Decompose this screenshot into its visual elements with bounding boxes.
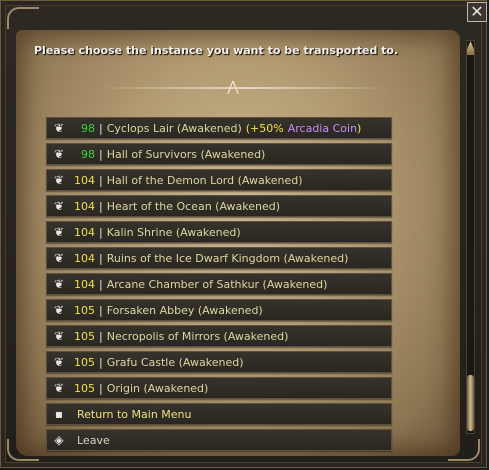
instance-option[interactable]: ❦ 104 | Kalin Shrine (Awakened) bbox=[46, 221, 392, 243]
instance-option[interactable]: ❦ 98 | Cyclops Lair (Awakened) (+50% Arc… bbox=[46, 117, 392, 139]
wing-icon: ❦ bbox=[53, 121, 65, 135]
instance-name: Cyclops Lair (Awakened) bbox=[106, 121, 242, 135]
return-label: Return to Main Menu bbox=[77, 407, 192, 421]
instance-name: Kalin Shrine (Awakened) bbox=[106, 225, 241, 239]
bonus-suffix: ) bbox=[357, 121, 362, 135]
instance-level: 105 bbox=[74, 355, 95, 369]
leave-option[interactable]: ◈ Leave bbox=[46, 429, 392, 451]
instance-level: 105 bbox=[74, 329, 95, 343]
wing-icon: ❦ bbox=[53, 225, 65, 239]
instance-level: 104 bbox=[74, 251, 95, 265]
scroll-thumb[interactable] bbox=[467, 375, 474, 431]
instance-level: 104 bbox=[74, 173, 95, 187]
instance-name: Origin (Awakened) bbox=[106, 381, 209, 395]
instance-level: 104 bbox=[74, 277, 95, 291]
instance-option[interactable]: ❦ 105 | Origin (Awakened) bbox=[46, 377, 392, 399]
instance-name: Grafu Castle (Awakened) bbox=[106, 355, 244, 369]
separator: | bbox=[99, 277, 103, 291]
divider-ornament-icon: ⋀ bbox=[227, 79, 239, 95]
wing-icon: ❦ bbox=[53, 329, 65, 343]
close-icon: ✕ bbox=[470, 2, 484, 21]
instance-name: Hall of the Demon Lord (Awakened) bbox=[106, 173, 303, 187]
wing-icon: ❦ bbox=[53, 381, 65, 395]
instance-level: 105 bbox=[74, 303, 95, 317]
return-to-main-menu-option[interactable]: ▪ Return to Main Menu bbox=[46, 403, 392, 425]
instance-option[interactable]: ❦ 105 | Necropolis of Mirrors (Awakened) bbox=[46, 325, 392, 347]
separator: | bbox=[99, 173, 103, 187]
separator: | bbox=[99, 381, 103, 395]
separator: | bbox=[99, 121, 103, 135]
bonus-coin: Arcadia Coin bbox=[287, 121, 358, 135]
instance-level: 98 bbox=[81, 147, 95, 161]
instance-name: Hall of Survivors (Awakened) bbox=[106, 147, 266, 161]
wing-icon: ❦ bbox=[53, 199, 65, 213]
instance-option[interactable]: ❦ 104 | Ruins of the Ice Dwarf Kingdom (… bbox=[46, 247, 392, 269]
frame-ornament bbox=[7, 7, 39, 29]
separator: | bbox=[99, 251, 103, 265]
scroll-up-arrow-icon[interactable] bbox=[467, 41, 474, 55]
instance-option[interactable]: ❦ 105 | Forsaken Abbey (Awakened) bbox=[46, 299, 392, 321]
instance-list: ❦ 98 | Cyclops Lair (Awakened) (+50% Arc… bbox=[46, 117, 392, 455]
instance-option[interactable]: ❦ 104 | Hall of the Demon Lord (Awakened… bbox=[46, 169, 392, 191]
leave-diamond-icon: ◈ bbox=[54, 433, 64, 447]
instance-option[interactable]: ❦ 104 | Heart of the Ocean (Awakened) bbox=[46, 195, 392, 217]
separator: | bbox=[99, 147, 103, 161]
instance-level: 98 bbox=[81, 121, 95, 135]
instance-name: Forsaken Abbey (Awakened) bbox=[106, 303, 263, 317]
separator: | bbox=[99, 303, 103, 317]
instance-name: Necropolis of Mirrors (Awakened) bbox=[106, 329, 289, 343]
separator: | bbox=[99, 355, 103, 369]
separator: | bbox=[99, 199, 103, 213]
separator: | bbox=[99, 329, 103, 343]
chat-bubble-icon: ▪ bbox=[54, 407, 64, 421]
instance-option[interactable]: ❦ 104 | Arcane Chamber of Sathkur (Awake… bbox=[46, 273, 392, 295]
wing-icon: ❦ bbox=[53, 173, 65, 187]
instance-option[interactable]: ❦ 105 | Grafu Castle (Awakened) bbox=[46, 351, 392, 373]
wing-icon: ❦ bbox=[53, 147, 65, 161]
wing-icon: ❦ bbox=[53, 303, 65, 317]
instance-option[interactable]: ❦ 98 | Hall of Survivors (Awakened) bbox=[46, 143, 392, 165]
instance-level: 104 bbox=[74, 225, 95, 239]
ornament-divider bbox=[100, 87, 390, 89]
separator: | bbox=[99, 225, 103, 239]
instance-level: 104 bbox=[74, 199, 95, 213]
wing-icon: ❦ bbox=[53, 355, 65, 369]
instance-name: Arcane Chamber of Sathkur (Awakened) bbox=[106, 277, 328, 291]
bonus-prefix: (+50% bbox=[245, 121, 284, 135]
instance-name: Heart of the Ocean (Awakened) bbox=[106, 199, 281, 213]
leave-label: Leave bbox=[77, 433, 110, 447]
dialog-prompt: Please choose the instance you want to b… bbox=[34, 44, 399, 57]
wing-icon: ❦ bbox=[53, 251, 65, 265]
wing-icon: ❦ bbox=[53, 277, 65, 291]
scrollbar[interactable] bbox=[466, 40, 475, 434]
instance-level: 105 bbox=[74, 381, 95, 395]
instance-name: Ruins of the Ice Dwarf Kingdom (Awakened… bbox=[106, 251, 349, 265]
close-button[interactable]: ✕ bbox=[467, 2, 487, 22]
